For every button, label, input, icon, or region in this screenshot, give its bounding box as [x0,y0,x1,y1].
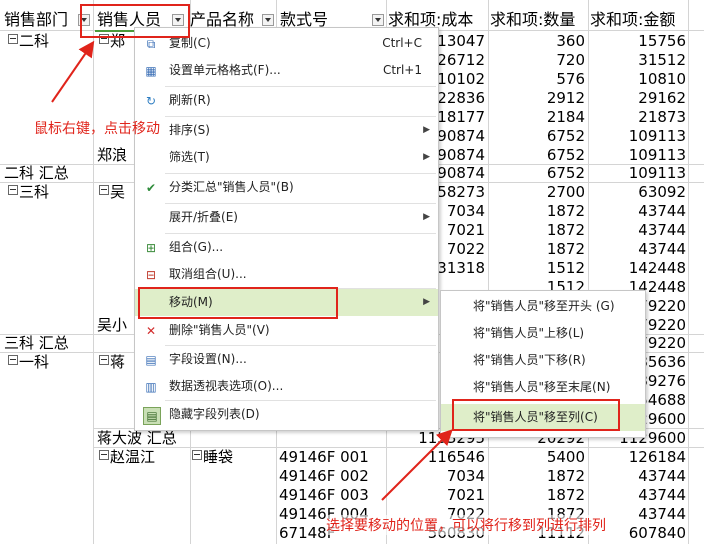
spreadsheet: 销售部门 销售人员 产品名称 款式号 求和项:成本 求和项:数量 求和项:金额 … [0,0,704,544]
annotation-arrows [51,40,453,501]
annotation-right-click: 鼠标右键，点击移动 [34,121,160,137]
arrow-to-header [51,40,95,103]
arrow-to-submenu [381,429,453,501]
annotation-choose-position: 选择要移动的位置，可以将行移到列进行排列 [326,515,606,535]
